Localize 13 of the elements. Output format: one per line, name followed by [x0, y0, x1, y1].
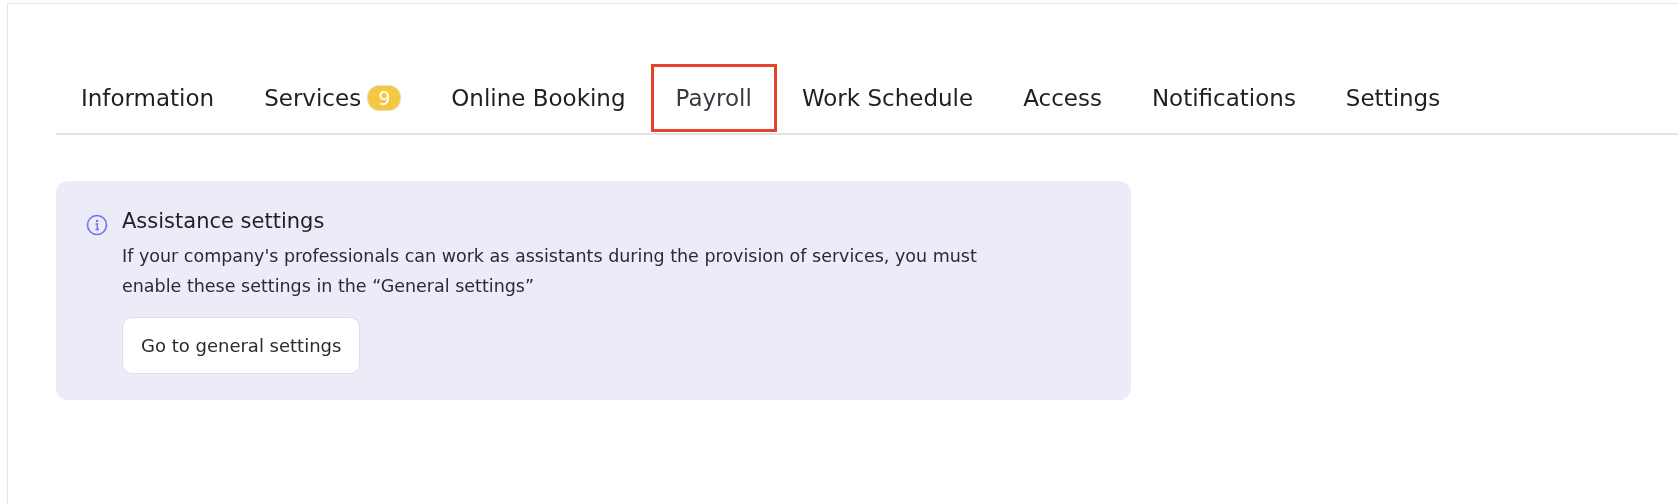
- count-badge: 9: [367, 85, 402, 111]
- tab[interactable]: Settings: [1320, 64, 1466, 132]
- tab[interactable]: Online Booking: [426, 64, 651, 132]
- notice-text: If your company's professionals can work as assistants during the provision of services, you must enable these settings in the “General settings”: [122, 245, 978, 298]
- tab[interactable]: Services 9: [239, 64, 427, 132]
- notice-title: Assistance settings: [122, 209, 326, 233]
- general-settings-button[interactable]: Go to general settings: [122, 317, 361, 374]
- tab[interactable]: Payroll: [650, 64, 777, 132]
- tab[interactable]: Work Schedule: [776, 64, 999, 132]
- tab[interactable]: Information: [56, 64, 240, 132]
- info-icon: [86, 214, 108, 236]
- tab[interactable]: Access: [998, 64, 1127, 132]
- tab[interactable]: Notifications: [1126, 64, 1321, 132]
